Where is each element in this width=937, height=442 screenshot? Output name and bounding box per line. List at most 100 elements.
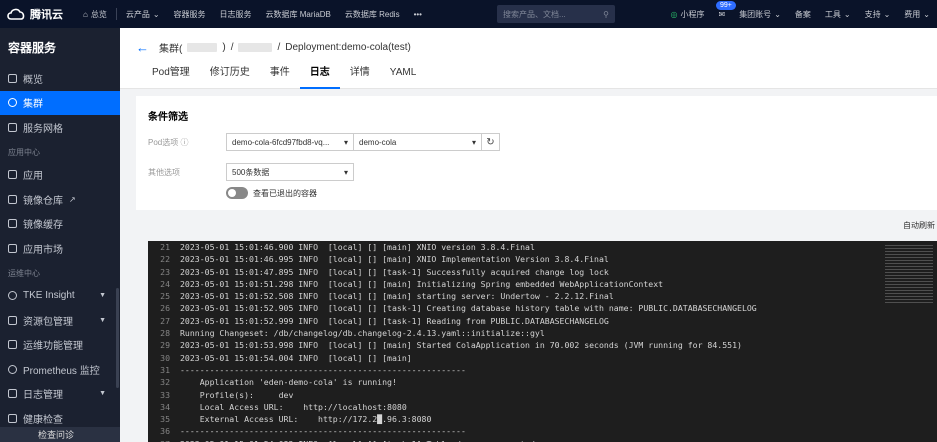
log-line: 32 Application 'eden-demo-cola' is runni… — [148, 376, 937, 388]
redacted-cluster-id — [187, 43, 218, 52]
log-line: 22 2023-05-01 15:01:46.995 INFO [local] [… — [148, 253, 937, 265]
overview-link[interactable]: ⌂ 总览 — [76, 9, 114, 20]
chevron-down-icon: ⌄ — [152, 9, 160, 19]
cluster-icon — [8, 98, 17, 108]
code-minimap[interactable] — [885, 245, 933, 303]
grid-icon — [8, 73, 17, 83]
support-menu[interactable]: 支持 ⌄ — [858, 9, 898, 20]
info-icon[interactable]: ⓘ — [180, 138, 188, 147]
log-text: 2023-05-01 15:01:52.999 INFO [local] [] … — [180, 315, 609, 326]
mail-icon: ✉ — [718, 9, 726, 19]
fees-menu[interactable]: 费用 ⌄ — [897, 9, 937, 20]
sidebar-item-prometheus[interactable]: Prometheus 监控 — [0, 357, 120, 382]
nav-redis[interactable]: 云数据库 Redis — [338, 9, 407, 20]
line-number: 24 — [160, 278, 170, 289]
breadcrumb-cluster[interactable]: 集群( — [159, 40, 182, 55]
log-text: 2023-05-01 15:01:54.004 INFO [local] [] … — [180, 352, 412, 363]
tab-pod-management[interactable]: Pod管理 — [142, 65, 200, 89]
log-line: 25 2023-05-01 15:01:52.508 INFO [local] [… — [148, 290, 937, 302]
tab-details[interactable]: 详情 — [340, 65, 380, 89]
line-number: 22 — [160, 254, 170, 265]
nav-log-service[interactable]: 日志服务 — [213, 9, 259, 20]
show-exited-containers[interactable]: 查看已退出的容器 — [226, 187, 317, 199]
exited-containers-switch[interactable] — [226, 187, 248, 199]
chevron-down-icon: ▾ — [343, 167, 348, 177]
pod-option-row: Pod选项 ⓘ demo-cola-6fcd97fbd8-vq... ▾ demo… — [148, 133, 500, 151]
account-label: 集团账号 — [739, 9, 772, 19]
mail-button[interactable]: ✉ — [711, 10, 732, 19]
line-count-select[interactable]: 500条数据 ▾ — [226, 163, 354, 181]
back-arrow-icon[interactable]: ← — [136, 40, 149, 55]
log-line: 21 2023-05-01 15:01:46.900 INFO [local] [… — [148, 241, 937, 253]
market-icon — [8, 243, 17, 253]
log-line: 29 2023-05-01 15:01:53.998 INFO [local] [… — [148, 339, 937, 351]
mini-program-link[interactable]: ◎ 小程序 — [664, 9, 712, 20]
container-select[interactable]: demo-cola ▾ — [354, 133, 482, 151]
tools-menu[interactable]: 工具 ⌄ — [818, 9, 858, 20]
filing-link[interactable]: 备案 — [788, 9, 818, 20]
sidebar-item-ops-management[interactable]: 运维功能管理 — [0, 333, 120, 358]
line-number: 32 — [160, 377, 170, 388]
log-viewer[interactable]: 21 2023-05-01 15:01:46.900 INFO [local] [… — [148, 241, 937, 442]
tab-revision-history[interactable]: 修订历史 — [200, 65, 260, 89]
sidebar-item-service-mesh[interactable]: 服务网格 — [0, 115, 120, 140]
toggle-label: 查看已退出的容器 — [253, 188, 317, 198]
line-number: 31 — [160, 364, 170, 375]
log-text: 2023-05-01 15:01:46.900 INFO [local] [] … — [180, 242, 535, 252]
search-icon[interactable]: ⚲ — [603, 10, 609, 19]
line-number: 33 — [160, 389, 170, 400]
log-line: 36 --------------------------------------… — [148, 425, 937, 437]
sidebar-item-app[interactable]: 应用 — [0, 163, 120, 188]
log-text: 2023-05-01 15:01:51.298 INFO [local] [] … — [180, 278, 664, 289]
page-header: ← 集群( ) / / Deployment:demo-cola(test) P… — [120, 28, 937, 89]
refresh-icon[interactable]: ↻ — [482, 133, 500, 151]
auto-refresh-label[interactable]: 自动刷新 — [903, 220, 935, 231]
sidebar-title: 容器服务 — [8, 40, 57, 55]
sidebar-item-registry[interactable]: 镜像仓库 ↗ — [0, 187, 120, 212]
line-number: 21 — [160, 242, 170, 252]
tab-yaml[interactable]: YAML — [380, 65, 427, 89]
filter-title: 条件筛选 — [148, 112, 188, 123]
sidebar-item-cluster[interactable]: 集群 — [0, 90, 120, 115]
other-option-row: 其他选项 500条数据 ▾ — [148, 163, 354, 181]
tools-label: 工具 — [824, 9, 841, 19]
log-line: 35 External Access URL: http://172.2█.96… — [148, 413, 937, 425]
more-nav-button[interactable]: ••• — [407, 10, 429, 19]
nav-container-service[interactable]: 容器服务 — [167, 9, 213, 20]
tencent-cloud-logo[interactable]: 腾讯云 — [0, 6, 76, 22]
diagnosis-button[interactable]: 检查问诊 — [0, 427, 120, 442]
sidebar-item-log-management[interactable]: 日志管理 ▼ — [0, 382, 120, 407]
chevron-down-icon: ▾ — [471, 137, 476, 147]
brand-name: 腾讯云 — [30, 9, 63, 21]
sidebar-item-label: 资源包管理 — [23, 316, 73, 328]
global-search-input[interactable]: 搜索产品、文档... ⚲ — [496, 5, 615, 23]
sidebar-item-marketplace[interactable]: 应用市场 — [0, 236, 120, 261]
topbar-right: ◎ 小程序 ✉ 集团账号 ⌄ 备案 工具 ⌄ 支持 ⌄ 费用 ⌄ — [664, 0, 937, 28]
nav-mariadb[interactable]: 云数据库 MariaDB — [259, 9, 338, 20]
line-number: 29 — [160, 340, 170, 351]
sidebar-item-overview[interactable]: 概览 — [0, 66, 120, 91]
sidebar-item-tke-insight[interactable]: TKE Insight ▼ — [0, 284, 120, 309]
pod-select[interactable]: demo-cola-6fcd97fbd8-vq... ▾ — [226, 133, 354, 151]
sidebar-item-label: 镜像仓库 — [23, 195, 63, 207]
sidebar-item-image-cache[interactable]: 镜像缓存 — [0, 212, 120, 237]
products-menu[interactable]: 云产品 ⌄ — [119, 9, 167, 20]
sidebar-group-app: 应用中心 — [8, 147, 40, 157]
mesh-icon — [8, 122, 17, 132]
breadcrumb-separator: / — [277, 42, 281, 53]
log-line: 34 Local Access URL: http://localhost:80… — [148, 401, 937, 413]
sidebar-item-label: 集群 — [23, 99, 43, 111]
line-number: 30 — [160, 352, 170, 363]
tab-events[interactable]: 事件 — [260, 65, 300, 89]
sidebar-scrollbar[interactable] — [116, 288, 119, 388]
sidebar-group-ops: 运维中心 — [8, 268, 40, 278]
ops-icon — [8, 340, 17, 350]
sidebar-item-resource-package[interactable]: 资源包管理 ▼ — [0, 308, 120, 333]
log-text: Application 'eden-demo-cola' is running! — [180, 377, 397, 388]
line-count-value: 500条数据 — [232, 167, 270, 177]
tab-logs[interactable]: 日志 — [299, 65, 340, 89]
log-text: 2023-05-01 15:01:54.082 INFO [local] [] … — [180, 438, 535, 442]
registry-icon — [8, 194, 17, 204]
account-menu[interactable]: 集团账号 ⌄ — [732, 9, 788, 20]
filter-panel: 条件筛选 Pod选项 ⓘ demo-cola-6fcd97fbd8-vq... ▾… — [136, 96, 937, 210]
